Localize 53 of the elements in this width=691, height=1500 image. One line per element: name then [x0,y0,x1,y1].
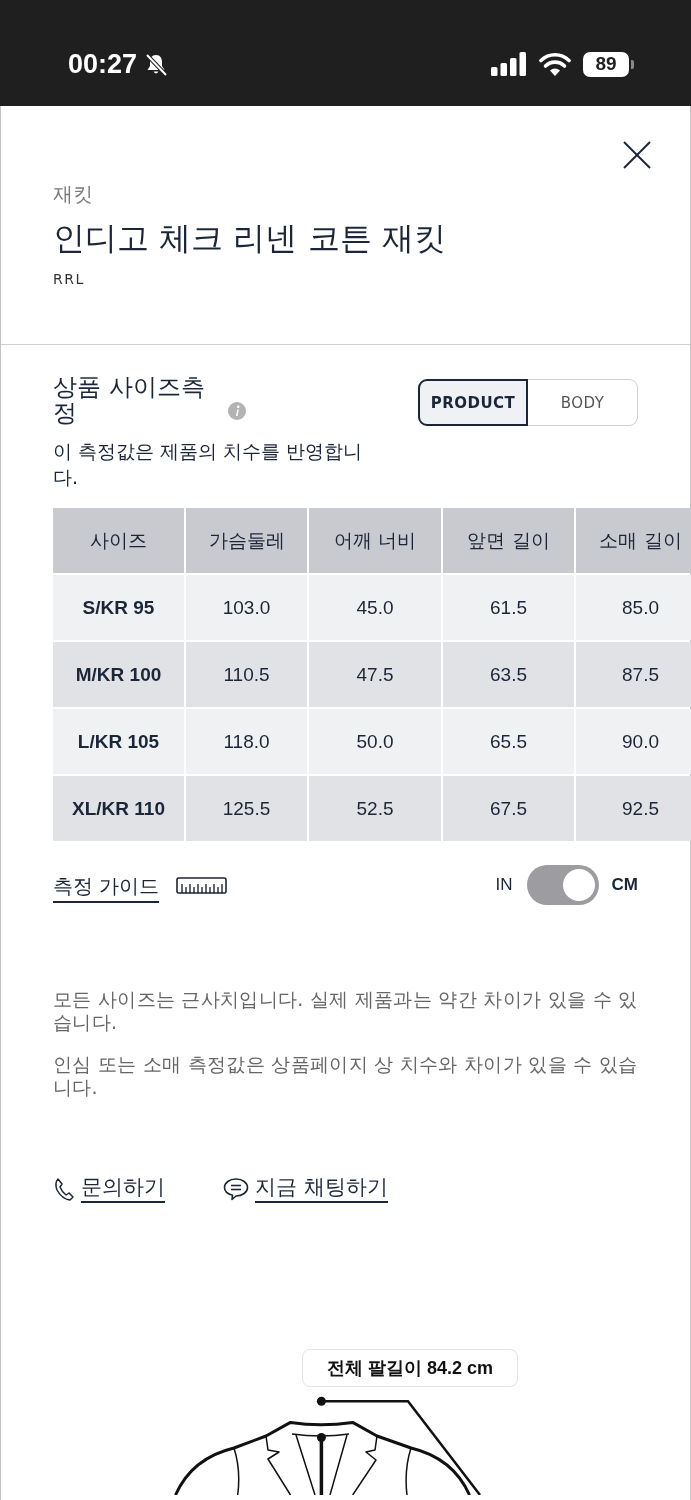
product-category: 재킷 [53,181,94,207]
view-tab[interactable]: BODY [528,379,638,426]
table-cell: 50.0 [309,709,441,774]
size-cell: S/KR 95 [53,575,184,640]
column-header: 사이즈 [53,508,184,573]
table-cell: 85.0 [576,575,691,640]
size-cell: M/KR 100 [53,642,184,707]
info-icon[interactable] [228,402,246,420]
brand-name: RRL [53,270,86,288]
table-cell: 47.5 [309,642,441,707]
table-cell: 125.5 [186,776,307,841]
clock-time: 00:27 [68,48,138,80]
contact-link[interactable]: 지금 채팅하기 [255,1174,388,1203]
column-header: 앞면 길이 [443,508,574,573]
ruler-icon [176,876,228,894]
chat-icon [223,1176,249,1201]
view-tab[interactable]: PRODUCT [418,379,528,426]
wifi-icon [539,52,571,76]
table-cell: 90.0 [576,709,691,774]
table-cell: 92.5 [576,776,691,841]
table-cell: 52.5 [309,776,441,841]
product-title: 인디고 체크 리넨 코튼 재킷 [53,218,447,258]
column-header: 어깨 너비 [309,508,441,573]
section-description: 이 측정값은 제품의 치수를 반영합니다. [53,439,364,490]
table-cell: 110.5 [186,642,307,707]
close-button[interactable] [623,141,651,169]
unit-label: CM [611,875,638,895]
column-header: 소매 길이 [576,508,691,573]
contact-link[interactable]: 문의하기 [81,1174,165,1203]
table-cell: 67.5 [443,776,574,841]
size-cell: XL/KR 110 [53,776,184,841]
note-text: 인심 또는 소매 측정값은 상품페이지 상 치수와 차이가 있을 수 있습니다. [53,1053,639,1099]
size-cell: L/KR 105 [53,709,184,774]
section-title: 상품 사이즈측정 [53,374,206,426]
measure-guide-link[interactable]: 측정 가이드 [53,873,160,903]
table-cell: 103.0 [186,575,307,640]
unit-switch[interactable] [526,865,599,905]
table-cell: 87.5 [576,642,691,707]
table-cell: 63.5 [443,642,574,707]
battery-indicator: 89 [583,51,634,77]
table-cell: 65.5 [443,709,574,774]
muted-bell-icon [143,51,170,77]
table-cell: 45.0 [309,575,441,640]
measurement-label: 전체 팔길이 84.2 cm [302,1349,518,1387]
phone-icon [53,1176,75,1201]
table-cell: 61.5 [443,575,574,640]
table-cell: 118.0 [186,709,307,774]
column-header: 가슴둘레 [186,508,307,573]
close-icon [623,141,651,169]
unit-label: IN [495,875,513,895]
measure-line [316,1433,326,1495]
note-text: 모든 사이즈는 근사치입니다. 실제 제품과는 약간 차이가 있을 수 있습니다. [53,988,639,1034]
signal-icon [491,52,527,76]
